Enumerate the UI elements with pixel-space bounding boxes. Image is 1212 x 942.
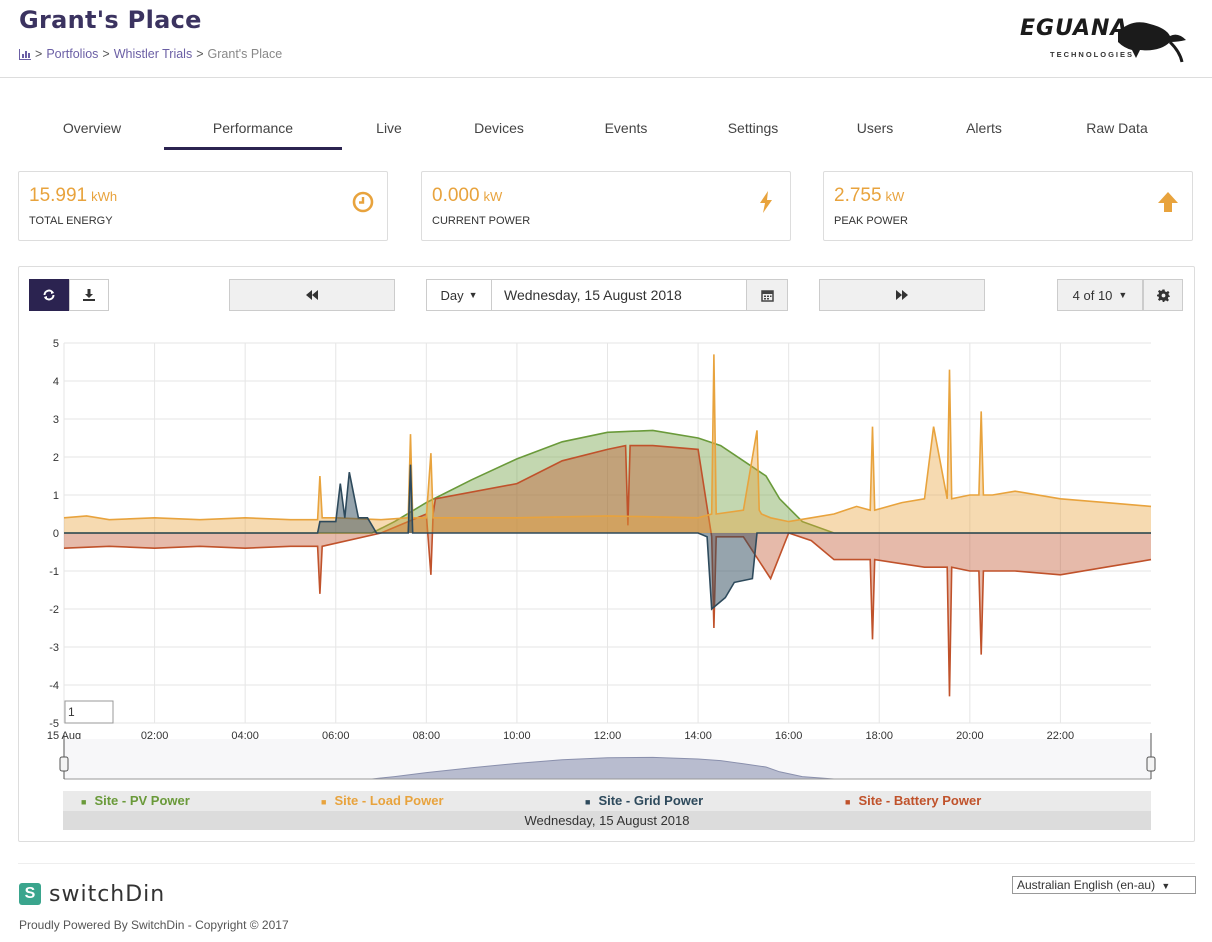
refresh-button[interactable]: [29, 279, 69, 311]
kpi-total-energy: 15.991 kWh TOTAL ENERGY: [18, 171, 388, 241]
tab-raw-data[interactable]: Raw Data: [1068, 106, 1166, 150]
caret-down-icon: ▼: [468, 290, 478, 300]
fast-backward-icon: [306, 290, 318, 300]
calendar-icon: [760, 289, 774, 302]
copyright-text: Proudly Powered By SwitchDin - Copyright…: [19, 918, 289, 932]
bolt-icon: [760, 191, 772, 213]
kpi-unit: kW: [483, 189, 503, 204]
tab-events[interactable]: Events: [588, 106, 664, 150]
tab-live[interactable]: Live: [364, 106, 414, 150]
download-button[interactable]: [69, 279, 109, 311]
legend-marker: ■: [845, 797, 851, 807]
kpi-label: TOTAL ENERGY: [29, 215, 113, 227]
eguana-logo: EGUANA TECHNOLOGIES: [1020, 10, 1190, 66]
arrow-up-icon: [1158, 192, 1178, 212]
switchdin-icon: S: [19, 883, 41, 905]
y-tick-label: -4: [49, 680, 59, 692]
period-dropdown[interactable]: Day ▼: [426, 279, 492, 311]
refresh-icon: [43, 289, 55, 301]
bar-chart-icon[interactable]: [19, 48, 31, 60]
page-title: Grant's Place: [19, 6, 202, 34]
kpi-value: 2.755: [834, 185, 882, 206]
next-day-button[interactable]: [819, 279, 985, 311]
kpi-label: PEAK POWER: [834, 215, 908, 227]
y-tick-label: 2: [53, 452, 59, 464]
power-chart[interactable]: 543210-1-2-3-4-515 Aug 02:00 04:00 06:00 08:…: [19, 311, 1194, 791]
tab-performance[interactable]: Performance: [164, 106, 342, 150]
calendar-button[interactable]: [746, 279, 788, 311]
kpi-value: 0.000: [432, 185, 480, 206]
language-label: Australian English (en-au): [1017, 878, 1156, 892]
period-label: Day: [440, 287, 464, 303]
legend-marker: ■: [585, 797, 591, 807]
gear-icon: [1156, 289, 1170, 302]
legend-item-battery[interactable]: ■ Site - Battery Power: [845, 793, 981, 808]
navigator-handle[interactable]: [59, 756, 69, 772]
navigator-handle[interactable]: [1146, 756, 1156, 772]
legend-item-load[interactable]: ■ Site - Load Power: [321, 793, 444, 808]
legend-marker: ■: [321, 797, 327, 807]
legend-label: Site - Grid Power: [598, 793, 704, 808]
kpi-unit: kW: [885, 189, 905, 204]
kpi-peak-power: 2.755 kW PEAK POWER: [823, 171, 1193, 241]
y-tick-label: 5: [53, 338, 59, 350]
switchdin-wordmark: switchDin: [49, 881, 166, 907]
tab-overview[interactable]: Overview: [48, 106, 136, 150]
y-tick-label: 1: [53, 490, 59, 502]
page-selector[interactable]: 4 of 10 ▼: [1057, 279, 1143, 311]
chart-legend: ■ Site - PV Power ■ Site - Load Power ■ Sit…: [63, 791, 1151, 811]
fast-forward-icon: [896, 290, 908, 300]
tab-bar: Overview Performance Live Devices Events…: [18, 106, 1196, 150]
breadcrumb-whistler-trials[interactable]: Whistler Trials: [114, 47, 192, 61]
kpi-unit: kWh: [91, 189, 118, 204]
y-tick-label: -1: [49, 566, 59, 578]
y-tick-label: -5: [49, 718, 59, 730]
chart-date-label: Wednesday, 15 August 2018: [63, 811, 1151, 830]
chart-panel: Day ▼ Wednesday, 15 August 2018 4 of 10 …: [18, 266, 1195, 842]
footer-divider: [18, 863, 1195, 864]
y-tick-label: 3: [53, 414, 59, 426]
tab-users[interactable]: Users: [844, 106, 906, 150]
legend-item-pv[interactable]: ■ Site - PV Power: [81, 793, 190, 808]
kpi-value: 15.991: [29, 185, 88, 206]
chart-settings-button[interactable]: [1143, 279, 1183, 311]
tab-devices[interactable]: Devices: [458, 106, 540, 150]
switchdin-logo: S switchDin: [19, 880, 165, 908]
page-label: 4 of 10: [1072, 287, 1113, 303]
legend-label: Site - PV Power: [94, 793, 190, 808]
y-tick-label: 0: [53, 528, 59, 540]
language-select[interactable]: Australian English (en-au) ▼: [1012, 876, 1196, 894]
legend-item-grid[interactable]: ■ Site - Grid Power: [585, 793, 703, 808]
page-header: Grant's Place > Portfolios > Whistler Tr…: [0, 0, 1212, 78]
tab-settings[interactable]: Settings: [712, 106, 794, 150]
breadcrumb: > Portfolios > Whistler Trials > Grant's…: [19, 47, 282, 61]
kpi-current-power: 0.000 kW CURRENT POWER: [421, 171, 791, 241]
clock-icon: [352, 191, 374, 213]
y-tick-label: -3: [49, 642, 59, 654]
breadcrumb-current: Grant's Place: [207, 47, 283, 61]
y-tick-label: -2: [49, 604, 59, 616]
previous-day-button[interactable]: [229, 279, 395, 311]
breadcrumb-portfolios[interactable]: Portfolios: [46, 47, 98, 61]
kpi-label: CURRENT POWER: [432, 215, 531, 227]
zoom-input-value: 1: [68, 705, 75, 719]
date-input[interactable]: Wednesday, 15 August 2018: [491, 279, 747, 311]
legend-label: Site - Battery Power: [858, 793, 982, 808]
tab-alerts[interactable]: Alerts: [950, 106, 1018, 150]
legend-label: Site - Load Power: [334, 793, 444, 808]
caret-down-icon: ▼: [1118, 290, 1128, 300]
y-tick-label: 4: [53, 376, 59, 388]
download-icon: [83, 289, 95, 301]
caret-down-icon: ▼: [1161, 881, 1171, 891]
legend-marker: ■: [81, 797, 87, 807]
